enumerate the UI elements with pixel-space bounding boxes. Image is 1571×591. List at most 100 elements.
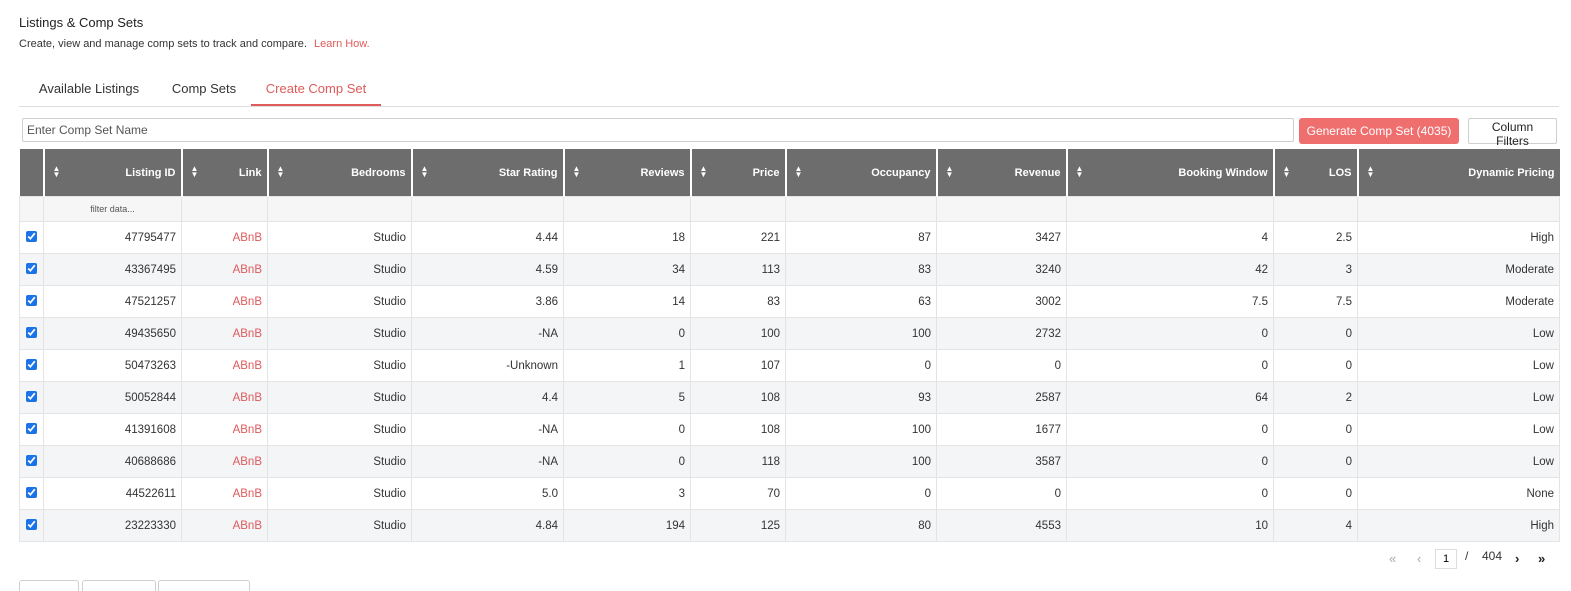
cell-star-rating: -Unknown [411,349,564,382]
cell-link[interactable]: ABnB [181,509,268,542]
sort-icon[interactable]: ▲ ▼ [795,165,803,179]
comp-set-name-input[interactable] [22,118,1294,142]
cell-dynamic-pricing: High [1357,509,1560,542]
filter-input-listing-id[interactable]: filter data... [43,196,182,222]
page-number-input[interactable] [1435,549,1457,569]
row-select-cell [19,221,44,254]
cell-price: 70 [690,477,786,510]
cell-reviews: 5 [563,381,691,414]
cell-bedrooms: Studio [267,509,412,542]
cell-los: 0 [1273,445,1358,478]
row-checkbox[interactable] [26,326,37,338]
listings-table: ▲ ▼ Listing ID ▲ ▼ Link ▲ ▼ Bedrooms ▲ ▼ Star Ra… [19,149,1560,542]
cell-reviews: 0 [563,413,691,446]
row-checkbox[interactable] [26,390,37,402]
cell-link[interactable]: ABnB [181,253,268,286]
tab-comp-sets[interactable]: Comp Sets [159,73,249,106]
cell-booking-window: 0 [1066,445,1274,478]
table-row: 50473263 ABnB Studio -Unknown 1 107 0 0 0 0 Low [19,349,1560,382]
next-page-icon[interactable]: › [1515,549,1519,569]
cell-los: 0 [1273,349,1358,382]
tab-available-listings[interactable]: Available Listings [19,73,159,106]
column-header-price[interactable]: ▲ ▼ Price [689,149,786,197]
cell-link[interactable]: ABnB [181,381,268,414]
cell-star-rating: 4.59 [411,253,564,286]
row-select-cell [19,349,44,382]
cell-los: 0 [1273,413,1358,446]
row-select-cell [19,477,44,510]
row-checkbox[interactable] [26,518,37,530]
cell-revenue: 1677 [936,413,1067,446]
sort-icon[interactable]: ▲ ▼ [946,165,954,179]
row-checkbox[interactable] [26,422,37,434]
row-checkbox[interactable] [26,454,37,466]
column-header-star-rating[interactable]: ▲ ▼ Star Rating [410,149,564,197]
cell-listing-id: 50052844 [43,381,182,414]
cell-link[interactable]: ABnB [181,445,268,478]
row-checkbox[interactable] [26,294,37,306]
cell-dynamic-pricing: Low [1357,317,1560,350]
cell-link[interactable]: ABnB [181,317,268,350]
column-header-bedrooms[interactable]: ▲ ▼ Bedrooms [266,149,412,197]
sort-icon[interactable]: ▲ ▼ [1076,165,1084,179]
sort-icon[interactable]: ▲ ▼ [421,165,429,179]
cell-star-rating: 3.86 [411,285,564,318]
table-row: 23223330 ABnB Studio 4.84 194 125 80 4553 10 4 Hig… [19,509,1560,542]
cell-link[interactable]: ABnB [181,285,268,318]
cell-reviews: 14 [563,285,691,318]
column-filters-button[interactable]: Column Filters [1468,118,1557,148]
sort-icon[interactable]: ▲ ▼ [277,165,285,179]
first-page-icon[interactable]: « [1389,549,1396,569]
column-header-booking-window[interactable]: ▲ ▼ Booking Window [1065,149,1274,197]
tab-bar: Available Listings Comp Sets Create Comp… [19,73,1559,107]
cell-booking-window: 0 [1066,317,1274,350]
sort-icon[interactable]: ▲ ▼ [191,165,199,179]
cell-occupancy: 100 [785,317,937,350]
learn-how-link[interactable]: Learn How. [314,38,370,50]
cell-booking-window: 0 [1066,477,1274,510]
column-header-dynamic-pricing[interactable]: ▲ ▼ Dynamic Pricing [1356,149,1560,197]
row-checkbox[interactable] [26,358,37,370]
row-checkbox[interactable] [26,230,37,242]
cell-booking-window: 0 [1066,349,1274,382]
cell-link[interactable]: ABnB [181,413,268,446]
cell-revenue: 0 [936,477,1067,510]
sort-icon[interactable]: ▲ ▼ [1367,165,1375,179]
row-checkbox[interactable] [26,262,37,274]
generate-comp-set-button[interactable]: Generate Comp Set (4035) [1299,118,1459,144]
cell-booking-window: 64 [1066,381,1274,414]
cell-listing-id: 23223330 [43,509,182,542]
cell-price: 125 [690,509,786,542]
cell-dynamic-pricing: Moderate [1357,285,1560,318]
column-header-reviews[interactable]: ▲ ▼ Reviews [562,149,691,197]
cell-occupancy: 63 [785,285,937,318]
cell-price: 113 [690,253,786,286]
row-select-cell [19,317,44,350]
sort-icon[interactable]: ▲ ▼ [573,165,581,179]
cell-listing-id: 47521257 [43,285,182,318]
cell-link[interactable]: ABnB [181,349,268,382]
cell-los: 2.5 [1273,221,1358,254]
cell-los: 0 [1273,317,1358,350]
prev-page-icon[interactable]: ‹ [1417,549,1421,569]
row-checkbox[interactable] [26,486,37,498]
column-header-listing-id[interactable]: ▲ ▼ Listing ID [42,149,182,197]
table-header-row: ▲ ▼ Listing ID ▲ ▼ Link ▲ ▼ Bedrooms ▲ ▼ Star Ra… [19,149,1560,197]
column-header-revenue[interactable]: ▲ ▼ Revenue [935,149,1067,197]
sort-icon[interactable]: ▲ ▼ [1283,165,1291,179]
cell-occupancy: 100 [785,445,937,478]
column-header-occupancy[interactable]: ▲ ▼ Occupancy [784,149,937,197]
cell-link[interactable]: ABnB [181,221,268,254]
sort-icon[interactable]: ▲ ▼ [53,165,61,179]
row-select-cell [19,445,44,478]
cell-bedrooms: Studio [267,349,412,382]
column-header-link[interactable]: ▲ ▼ Link [180,149,268,197]
cell-reviews: 34 [563,253,691,286]
cell-revenue: 2587 [936,381,1067,414]
sort-icon[interactable]: ▲ ▼ [700,165,708,179]
cell-link[interactable]: ABnB [181,477,268,510]
page-title: Listings & Comp Sets [19,15,144,30]
tab-create-comp-set[interactable]: Create Comp Set [251,73,381,106]
last-page-icon[interactable]: » [1538,549,1545,569]
column-header-los[interactable]: ▲ ▼ LOS [1272,149,1358,197]
